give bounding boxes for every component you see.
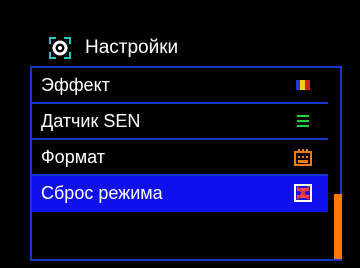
menu-item-label: Эффект — [41, 74, 110, 95]
sensor-icon — [294, 112, 312, 130]
menu-item-format[interactable]: Формат — [32, 140, 328, 176]
format-icon — [294, 148, 312, 166]
reset-icon — [294, 184, 312, 202]
settings-icon — [47, 35, 73, 61]
header: Настройки — [47, 32, 297, 64]
scrollbar-thumb[interactable] — [334, 194, 342, 259]
menu-item-reset[interactable]: Сброс режима — [32, 176, 328, 212]
menu-item-label: Сброс режима — [41, 182, 163, 203]
menu-item-effect[interactable]: Эффект — [32, 68, 328, 104]
menu-item-label: Формат — [41, 146, 105, 167]
menu-item-label: Датчик SEN — [41, 110, 141, 131]
effect-icon — [294, 76, 312, 94]
menu-item-empty[interactable] — [32, 212, 328, 248]
settings-menu: Эффект Датчик SEN Формат Сброс режима — [30, 66, 342, 261]
menu-item-sensor[interactable]: Датчик SEN — [32, 104, 328, 140]
page-title: Настройки — [85, 37, 179, 58]
